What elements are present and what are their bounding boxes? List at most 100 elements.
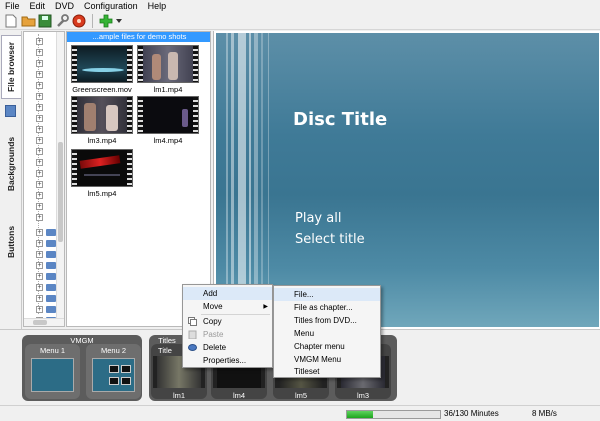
disc-usage-progress-bar xyxy=(346,410,441,419)
expand-icon[interactable]: + xyxy=(36,38,43,45)
scroll-thumb[interactable] xyxy=(58,142,63,242)
submenu-titleset[interactable]: Titleset xyxy=(274,366,380,377)
expand-icon[interactable]: + xyxy=(36,262,43,269)
expand-icon[interactable]: + xyxy=(36,115,43,122)
tree-node[interactable]: + xyxy=(24,81,43,90)
tab-buttons[interactable]: Buttons xyxy=(1,207,21,277)
expand-icon[interactable]: + xyxy=(36,71,43,78)
tree-node[interactable]: + xyxy=(24,180,43,189)
expand-icon[interactable]: + xyxy=(36,295,43,302)
expand-icon[interactable]: + xyxy=(36,170,43,177)
film-sprockets xyxy=(127,97,132,133)
scroll-thumb[interactable] xyxy=(33,320,47,325)
background-stripe xyxy=(268,33,269,327)
expand-icon[interactable]: + xyxy=(36,284,43,291)
expand-icon[interactable]: + xyxy=(36,137,43,144)
thumbnail-content xyxy=(84,103,96,131)
add-dropdown-button[interactable] xyxy=(115,13,123,29)
context-menu-delete[interactable]: Delete xyxy=(183,341,272,354)
submenu-chapter-menu[interactable]: Chapter menu xyxy=(274,340,380,353)
expand-icon[interactable]: + xyxy=(36,203,43,210)
new-project-button[interactable] xyxy=(3,13,19,29)
file-name: lm3.mp4 xyxy=(87,136,117,145)
thumbnail-content xyxy=(109,377,119,385)
submenu-titles-from-dvd[interactable]: Titles from DVD... xyxy=(274,314,380,327)
menu-edit[interactable]: Edit xyxy=(25,0,51,12)
menu-dvd[interactable]: DVD xyxy=(50,0,79,12)
folder-icon xyxy=(5,105,16,117)
context-menu-paste[interactable]: Paste xyxy=(183,328,272,341)
open-project-button[interactable] xyxy=(20,13,36,29)
tree-node[interactable]: + xyxy=(24,125,43,134)
submenu-vmgm-menu[interactable]: VMGM Menu xyxy=(274,353,380,366)
submenu-menu[interactable]: Menu xyxy=(274,327,380,340)
menu-configuration[interactable]: Configuration xyxy=(79,0,143,12)
context-menu-properties[interactable]: Properties... xyxy=(183,354,272,367)
settings-button[interactable] xyxy=(54,13,70,29)
expand-icon[interactable]: + xyxy=(36,104,43,111)
add-button[interactable] xyxy=(98,13,114,29)
expand-icon[interactable]: + xyxy=(36,82,43,89)
file-thumbnail[interactable] xyxy=(137,96,199,134)
expand-icon[interactable]: + xyxy=(36,192,43,199)
select-title-menu-button[interactable]: Select title xyxy=(295,232,365,247)
menu-file[interactable]: File xyxy=(0,0,25,12)
expand-icon[interactable]: + xyxy=(36,273,43,280)
menu-tile[interactable]: Menu 1 xyxy=(25,344,80,399)
folder-tree[interactable]: + + + + + + + + + + + + + + + + + +D +G … xyxy=(23,31,65,327)
expand-icon[interactable]: + xyxy=(36,251,43,258)
submenu-file[interactable]: File... xyxy=(274,288,380,301)
menu-bar: File Edit DVD Configuration Help xyxy=(0,0,600,12)
expand-icon[interactable]: + xyxy=(36,306,43,313)
expand-icon[interactable]: + xyxy=(36,126,43,133)
tree-node[interactable]: + xyxy=(24,59,43,68)
expand-icon[interactable]: + xyxy=(36,93,43,100)
tab-file-browser[interactable]: File browser xyxy=(1,35,21,99)
context-menu-copy[interactable]: Copy xyxy=(183,315,272,328)
expand-icon[interactable]: + xyxy=(36,229,43,236)
file-thumbnail[interactable] xyxy=(137,45,199,83)
tree-node[interactable]: + xyxy=(24,37,43,46)
background-stripe xyxy=(231,33,234,327)
tree-node[interactable]: + xyxy=(24,213,43,222)
file-name: lm1.mp4 xyxy=(153,85,183,94)
expand-icon[interactable]: + xyxy=(36,214,43,221)
tree-node[interactable]: + xyxy=(24,114,43,123)
tree-node[interactable]: + xyxy=(24,191,43,200)
menu-tile[interactable]: Menu 2 xyxy=(86,344,141,399)
burn-button[interactable] xyxy=(71,13,87,29)
expand-icon[interactable]: + xyxy=(36,181,43,188)
expand-icon[interactable]: + xyxy=(36,148,43,155)
tree-node[interactable]: + xyxy=(24,103,43,112)
tree-node[interactable]: + xyxy=(24,70,43,79)
folder-open-icon xyxy=(21,16,35,26)
tree-node[interactable]: + xyxy=(24,92,43,101)
expand-icon[interactable]: + xyxy=(36,159,43,166)
file-thumbnail[interactable] xyxy=(71,45,133,83)
menu-canvas[interactable]: Disc Title Play all Select title xyxy=(216,33,599,327)
tree-node[interactable]: + xyxy=(24,169,43,178)
tree-node[interactable]: + xyxy=(24,202,43,211)
file-thumbnail[interactable] xyxy=(71,149,133,187)
tree-node[interactable]: + xyxy=(24,136,43,145)
expand-icon[interactable]: + xyxy=(36,49,43,56)
tree-node[interactable]: + xyxy=(24,147,43,156)
play-all-menu-button[interactable]: Play all xyxy=(295,211,341,226)
menu-help[interactable]: Help xyxy=(143,0,172,12)
selected-folder-header[interactable]: ...ample files for demo shots xyxy=(67,32,210,42)
film-sprockets xyxy=(127,150,132,186)
tab-backgrounds[interactable]: Backgrounds xyxy=(1,127,21,201)
file-thumbnail[interactable] xyxy=(71,96,133,134)
expand-icon[interactable]: + xyxy=(36,60,43,67)
menu-thumbnail xyxy=(92,358,135,392)
submenu-file-as-chapter[interactable]: File as chapter... xyxy=(274,301,380,314)
disc-title-text[interactable]: Disc Title xyxy=(293,109,387,130)
tree-vertical-scrollbar[interactable] xyxy=(56,32,64,326)
tree-node[interactable]: + xyxy=(24,48,43,57)
context-menu-move[interactable]: Move ▶ xyxy=(183,300,272,313)
tree-node[interactable]: + xyxy=(24,158,43,167)
save-project-button[interactable] xyxy=(37,13,53,29)
context-menu-add[interactable]: Add xyxy=(183,287,272,300)
tree-horizontal-scrollbar[interactable] xyxy=(24,318,64,326)
expand-icon[interactable]: + xyxy=(36,240,43,247)
